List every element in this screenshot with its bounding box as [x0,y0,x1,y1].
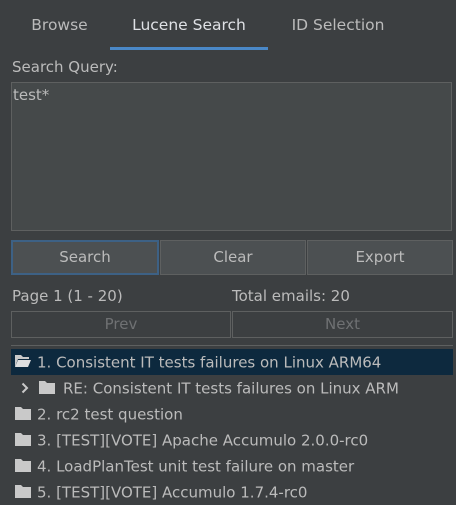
tree-item-label: 1. Consistent IT tests failures on Linux… [37,354,381,372]
tree-item-label: 2. rc2 test question [37,406,183,424]
tree-item-3[interactable]: 3. [TEST][VOTE] Apache Accumulo 2.0.0-rc… [11,427,453,453]
tree-item-2[interactable]: 2. rc2 test question [11,401,453,427]
active-tab-indicator [110,47,268,50]
tab-lucene-search[interactable]: Lucene Search [110,0,268,50]
search-query-label: Search Query: [12,58,118,76]
clear-button[interactable]: Clear [160,240,306,275]
tree-item-label: RE: Consistent IT tests failures on Linu… [63,380,399,398]
chevron-right-icon[interactable] [21,376,29,402]
folder-icon [39,376,55,402]
tab-bar: Browse Lucene Search ID Selection [0,0,456,50]
next-page-button[interactable]: Next [232,311,453,338]
tab-browse[interactable]: Browse [22,0,97,50]
prev-page-button[interactable]: Prev [11,311,231,338]
folder-open-icon [15,350,31,376]
page-indicator: Page 1 (1 - 20) [12,287,123,305]
tab-lucene-search-label: Lucene Search [132,16,246,34]
results-tree[interactable]: 1. Consistent IT tests failures on Linux… [11,345,453,505]
search-query-input[interactable]: test* [11,82,452,231]
folder-icon [15,480,31,505]
total-emails-count: Total emails: 20 [232,287,350,305]
tab-id-selection[interactable]: ID Selection [278,0,398,50]
tree-item-4[interactable]: 4. LoadPlanTest unit test failure on mas… [11,453,453,479]
folder-icon [15,402,31,428]
folder-icon [15,454,31,480]
search-button[interactable]: Search [11,240,159,275]
tree-item-label: 4. LoadPlanTest unit test failure on mas… [37,458,354,476]
tree-item-child[interactable]: RE: Consistent IT tests failures on Linu… [11,375,453,401]
tree-item-5[interactable]: 5. [TEST][VOTE] Accumulo 1.7.4-rc0 [11,479,453,505]
tree-item-label: 3. [TEST][VOTE] Apache Accumulo 2.0.0-rc… [37,432,368,450]
tree-item-1[interactable]: 1. Consistent IT tests failures on Linux… [11,349,453,375]
folder-icon [15,428,31,454]
export-button[interactable]: Export [307,240,453,275]
tree-item-label: 5. [TEST][VOTE] Accumulo 1.7.4-rc0 [37,484,307,502]
